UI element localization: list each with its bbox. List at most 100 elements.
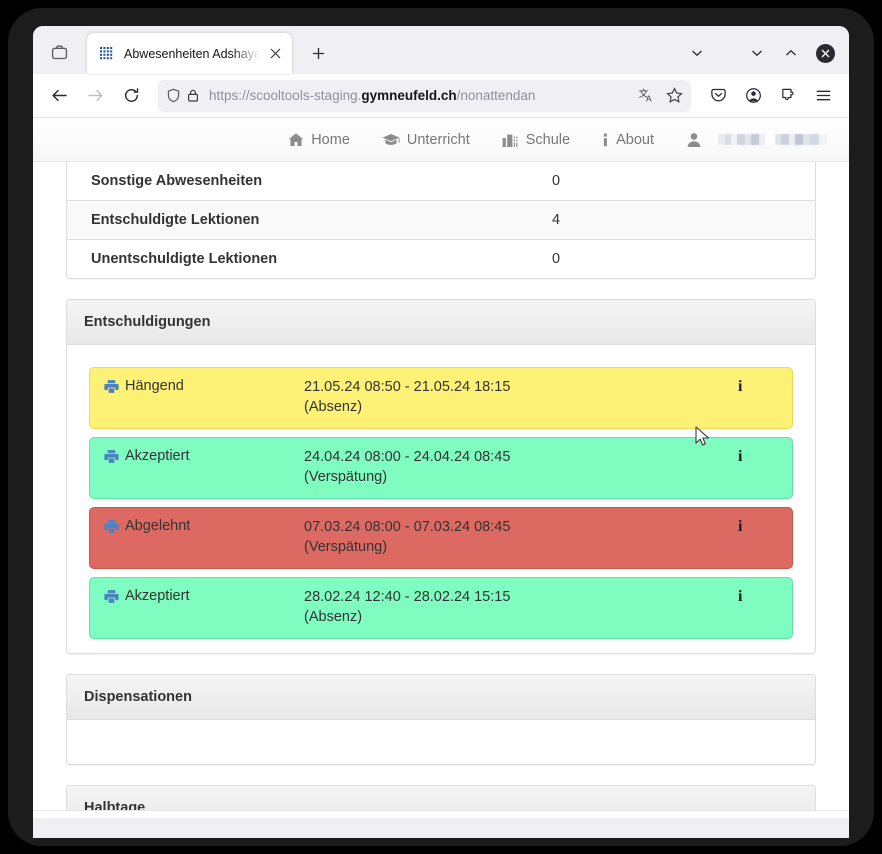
excuse-kind-text: (Verspätung)	[304, 469, 388, 485]
reload-button[interactable]	[114, 79, 148, 113]
bookmark-star-icon[interactable]	[666, 87, 683, 104]
table-row: Sonstige Abwesenheiten 0	[67, 162, 815, 201]
excuse-status-label: Hängend	[125, 378, 184, 394]
user-name-redacted	[715, 134, 827, 145]
excuse-status: Abgelehnt	[104, 517, 304, 534]
info-icon	[602, 132, 609, 148]
url-text: https://scooltools-staging.gymneufeld.ch…	[209, 88, 536, 103]
dispensationen-panel: Dispensationen	[66, 674, 816, 765]
panel-heading: Entschuldigungen	[67, 300, 815, 345]
excuse-status: Akzeptiert	[104, 587, 304, 604]
site-nav-item-home[interactable]: Home	[272, 118, 366, 162]
excuse-status: Akzeptiert	[104, 447, 304, 464]
url-bar[interactable]: https://scooltools-staging.gymneufeld.ch…	[158, 79, 691, 112]
excuse-info-button[interactable]: i	[738, 517, 778, 536]
excuse-status-label: Akzeptiert	[125, 588, 190, 604]
page-bottom-edge	[33, 810, 849, 818]
translate-icon[interactable]: 文 A	[639, 87, 656, 104]
excuse-info-button[interactable]: i	[738, 447, 778, 466]
plus-icon	[312, 47, 324, 59]
printer-icon[interactable]	[104, 589, 119, 604]
pocket-icon	[710, 88, 726, 102]
excuse-row[interactable]: Akzeptiert 28.02.24 12:40 - 28.02.24 15:1…	[89, 577, 793, 639]
site-nav-item-unterricht[interactable]: Unterricht	[366, 118, 486, 162]
stat-value: 4	[552, 212, 561, 228]
excuse-row[interactable]: Abgelehnt 07.03.24 08:00 - 07.03.24 08:45…	[89, 507, 793, 569]
chevron-down-icon	[752, 50, 762, 57]
panel-title: Entschuldigungen	[84, 314, 211, 330]
close-icon	[270, 48, 280, 59]
summary-table: Sonstige Abwesenheiten 0 Entschuldigte L…	[67, 162, 815, 278]
info-icon: i	[738, 588, 743, 605]
back-arrow-icon	[51, 89, 67, 102]
firefox-view-button[interactable]	[39, 34, 79, 70]
excuse-daterange: 28.02.24 12:40 - 28.02.24 15:15 (Absenz)	[304, 587, 738, 627]
site-navbar: Home Unterricht Schule About	[33, 118, 849, 162]
window-close-button[interactable]	[816, 43, 835, 63]
save-to-pocket-button[interactable]	[701, 79, 735, 113]
excuse-kind-text: (Verspätung)	[304, 539, 388, 555]
site-nav-label: Unterricht	[406, 131, 470, 148]
site-nav-item-about[interactable]: About	[586, 118, 670, 162]
application-menu-button[interactable]	[806, 79, 840, 113]
excuse-status-label: Abgelehnt	[125, 518, 191, 534]
excuse-range-text: 24.04.24 08:00 - 24.04.24 08:45	[304, 449, 511, 465]
browser-tab[interactable]: Abwesenheiten Adshayan S	[87, 33, 292, 74]
forward-arrow-icon	[87, 89, 103, 102]
tracking-protection-shield-icon[interactable]	[166, 88, 181, 103]
list-all-tabs-button[interactable]	[682, 40, 712, 66]
firefox-account-button[interactable]	[736, 79, 770, 113]
excuse-daterange: 24.04.24 08:00 - 24.04.24 08:45 (Verspätu…	[304, 447, 738, 487]
excuse-row[interactable]: Akzeptiert 24.04.24 08:00 - 24.04.24 08:4…	[89, 437, 793, 499]
printer-icon[interactable]	[104, 519, 119, 534]
navigation-toolbar: https://scooltools-staging.gymneufeld.ch…	[33, 74, 849, 118]
excuse-range-text: 21.05.24 08:50 - 21.05.24 18:15	[304, 379, 511, 395]
padlock-icon[interactable]	[186, 88, 200, 103]
page-scroll-area: Sonstige Abwesenheiten 0 Entschuldigte L…	[33, 162, 849, 818]
excuse-list: Hängend 21.05.24 08:50 - 21.05.24 18:15 (A…	[67, 345, 815, 653]
excuse-status: Hängend	[104, 377, 304, 394]
printer-icon[interactable]	[104, 379, 119, 394]
site-nav-label: Home	[311, 131, 350, 148]
panel-body-empty	[67, 720, 815, 764]
excuse-range-text: 07.03.24 08:00 - 07.03.24 08:45	[304, 519, 511, 535]
excuse-info-button[interactable]: i	[738, 587, 778, 606]
site-nav-label: About	[616, 131, 654, 148]
chevron-up-icon	[786, 49, 796, 56]
page-viewport: Home Unterricht Schule About Sonstige Ab…	[33, 118, 849, 818]
printer-icon[interactable]	[104, 449, 119, 464]
account-icon	[745, 88, 761, 103]
window-maximize-button[interactable]	[776, 40, 806, 66]
site-nav-user[interactable]	[670, 118, 827, 162]
close-icon	[821, 49, 830, 57]
new-tab-button[interactable]	[302, 37, 334, 69]
extensions-icon	[781, 88, 794, 101]
dotted-grid-favicon	[99, 46, 115, 62]
excuse-row[interactable]: Hängend 21.05.24 08:50 - 21.05.24 18:15 (A…	[89, 367, 793, 429]
site-nav-item-schule[interactable]: Schule	[486, 118, 586, 162]
hamburger-icon	[816, 90, 830, 101]
info-icon: i	[738, 448, 743, 465]
forward-button[interactable]	[78, 79, 112, 113]
stat-label: Sonstige Abwesenheiten	[91, 173, 263, 189]
stat-label: Entschuldigte Lektionen	[91, 212, 260, 228]
tab-title: Abwesenheiten Adshayan S	[124, 46, 263, 61]
window-minimize-button[interactable]	[742, 40, 772, 66]
tab-close-button[interactable]	[265, 44, 285, 64]
back-button[interactable]	[42, 79, 76, 113]
user-avatar-icon	[686, 132, 702, 148]
stat-value: 0	[552, 173, 561, 189]
excuse-status-label: Akzeptiert	[125, 448, 190, 464]
excuse-kind-text: (Absenz)	[304, 399, 363, 415]
excuse-daterange: 21.05.24 08:50 - 21.05.24 18:15 (Absenz)	[304, 377, 738, 417]
reload-icon	[124, 88, 138, 102]
stat-value: 0	[552, 251, 561, 267]
chevron-down-icon	[692, 50, 702, 57]
excuse-range-text: 28.02.24 12:40 - 28.02.24 15:15	[304, 589, 511, 605]
toolbar-right-buttons	[701, 79, 840, 113]
summary-panel: Sonstige Abwesenheiten 0 Entschuldigte L…	[66, 162, 816, 279]
school-building-icon	[502, 132, 519, 148]
excuse-info-button[interactable]: i	[738, 377, 778, 396]
extensions-button[interactable]	[771, 79, 805, 113]
tabstrip-window-controls	[682, 40, 843, 66]
